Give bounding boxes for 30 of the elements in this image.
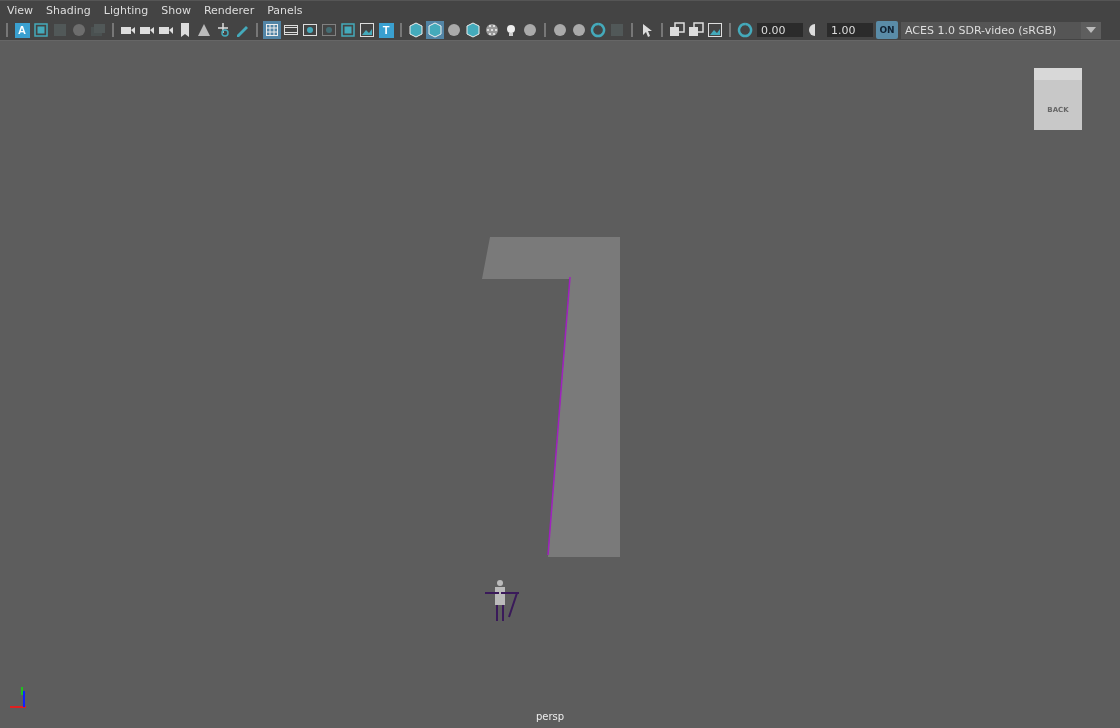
- cube-icon[interactable]: [464, 21, 482, 39]
- stack-icon[interactable]: [687, 21, 705, 39]
- sphere-icon[interactable]: [445, 21, 463, 39]
- sphere-icon[interactable]: [521, 21, 539, 39]
- frame-icon[interactable]: [339, 21, 357, 39]
- stack-icon[interactable]: [668, 21, 686, 39]
- number-field[interactable]: 1.00: [827, 23, 873, 37]
- color-space-dropdown[interactable]: ACES 1.0 SDR-video (sRGB): [901, 21, 1101, 39]
- menu-item[interactable]: Renderer: [198, 4, 263, 17]
- cube-icon[interactable]: [407, 21, 425, 39]
- patterned-sphere-icon[interactable]: [483, 21, 501, 39]
- menu-item[interactable]: View: [2, 4, 42, 17]
- frame-icon[interactable]: [32, 21, 50, 39]
- toggle-button[interactable]: ON: [876, 21, 898, 39]
- image-icon[interactable]: [358, 21, 376, 39]
- menu-item[interactable]: Shading: [41, 4, 99, 17]
- sphere-icon[interactable]: [551, 21, 569, 39]
- camera-label: persp: [536, 711, 565, 722]
- sphere-icon[interactable]: [570, 21, 588, 39]
- ring-icon[interactable]: [736, 21, 754, 39]
- menu-item[interactable]: Panels: [262, 4, 311, 17]
- menu-item[interactable]: Lighting: [98, 4, 157, 17]
- ring-icon[interactable]: [589, 21, 607, 39]
- number-field[interactable]: 0.00: [757, 23, 803, 37]
- caret-icon: [1086, 27, 1096, 33]
- grid-icon[interactable]: [263, 21, 281, 39]
- dot-icon[interactable]: [301, 21, 319, 39]
- cube-icon[interactable]: [426, 21, 444, 39]
- image-icon[interactable]: [706, 21, 724, 39]
- menu-item[interactable]: Show: [156, 4, 199, 17]
